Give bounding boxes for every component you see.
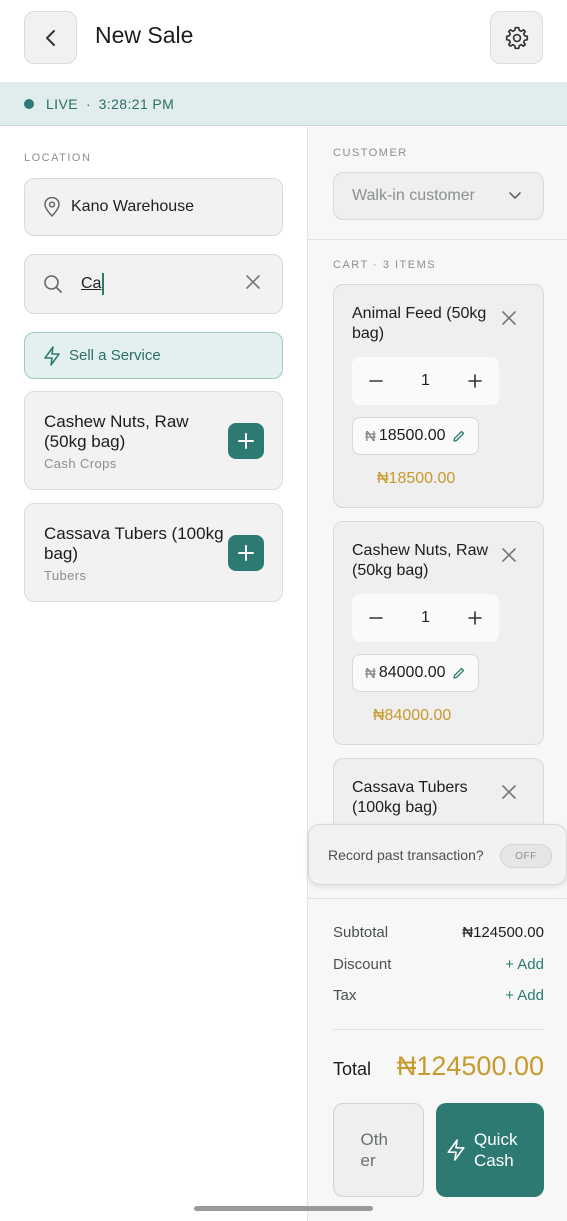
product-name: Cassava Tubers (100kg bag) bbox=[44, 524, 224, 563]
lightning-icon bbox=[44, 345, 60, 366]
location-value: Kano Warehouse bbox=[71, 198, 195, 215]
live-time: 3:28:21 PM bbox=[98, 95, 175, 112]
plus-icon bbox=[238, 545, 254, 561]
pencil-icon bbox=[452, 667, 464, 679]
quantity-stepper: 1 bbox=[352, 357, 499, 405]
cart-item-name: Cassava Tubers (100kg bag) bbox=[352, 779, 468, 816]
chevron-left-icon bbox=[45, 29, 55, 46]
map-pin-icon bbox=[44, 197, 60, 217]
total-value: ₦124500.00 bbox=[396, 1051, 544, 1081]
back-button[interactable] bbox=[24, 11, 77, 64]
chevron-down-icon bbox=[509, 192, 521, 199]
live-status-bar: LIVE · 3:28:21 PM bbox=[0, 82, 567, 126]
sell-service-button[interactable]: Sell a Service bbox=[24, 332, 283, 379]
remove-item-icon[interactable] bbox=[501, 310, 517, 326]
plus-icon bbox=[238, 433, 254, 449]
discount-label: Discount bbox=[333, 956, 392, 973]
toggle-state: OFF bbox=[515, 850, 537, 862]
remove-item-icon[interactable] bbox=[501, 547, 517, 563]
location-selector[interactable]: Kano Warehouse bbox=[24, 178, 283, 236]
quantity-stepper: 1 bbox=[352, 594, 499, 642]
add-to-cart-button[interactable] bbox=[228, 423, 264, 459]
pencil-icon bbox=[452, 430, 464, 442]
search-icon bbox=[44, 275, 62, 293]
customer-value: Walk-in customer bbox=[352, 187, 475, 204]
add-tax-link[interactable]: + Add bbox=[505, 987, 544, 1004]
product-category: Tubers bbox=[44, 568, 87, 583]
plus-icon[interactable] bbox=[467, 373, 483, 389]
lightning-icon bbox=[447, 1139, 465, 1161]
line-total: ₦18500.00 bbox=[377, 470, 456, 487]
other-payment-button[interactable]: Other bbox=[333, 1103, 424, 1197]
minus-icon[interactable] bbox=[368, 610, 384, 626]
price-field[interactable]: ₦ 18500.00 bbox=[352, 417, 479, 455]
subtotal-row: Subtotal ₦124500.00 bbox=[333, 924, 544, 941]
clear-search-icon[interactable] bbox=[244, 273, 262, 291]
total-label: Total bbox=[333, 1059, 372, 1079]
text-caret bbox=[102, 273, 105, 295]
product-pane: LOCATION Kano Warehouse Ca Sell a Servic… bbox=[0, 127, 307, 1221]
product-search-input[interactable]: Ca bbox=[24, 254, 283, 314]
currency-symbol: ₦ bbox=[365, 664, 376, 682]
minus-icon[interactable] bbox=[368, 373, 384, 389]
cart-pane: CUSTOMER Walk-in customer CART · 3 ITEMS… bbox=[307, 127, 567, 1221]
cart-item: Cashew Nuts, Raw (50kg bag) 1 ₦ 84000.00… bbox=[333, 521, 544, 745]
sell-service-label: Sell a Service bbox=[69, 347, 161, 364]
customer-label: CUSTOMER bbox=[333, 147, 408, 159]
price-field[interactable]: ₦ 84000.00 bbox=[352, 654, 479, 692]
discount-row: Discount + Add bbox=[333, 956, 544, 973]
cart-item-name: Animal Feed (50kg bag) bbox=[352, 305, 487, 342]
quantity-value: 1 bbox=[421, 372, 430, 389]
search-value-wrap: Ca bbox=[63, 273, 105, 295]
location-label: LOCATION bbox=[24, 152, 92, 164]
live-label: LIVE bbox=[46, 95, 78, 112]
price-value: 18500.00 bbox=[378, 427, 446, 444]
product-name: Cashew Nuts, Raw (50kg bag) bbox=[44, 412, 189, 451]
subtotal-label: Subtotal bbox=[333, 924, 389, 941]
live-dot-icon bbox=[24, 98, 34, 109]
plus-icon[interactable] bbox=[467, 610, 483, 626]
status-separator: · bbox=[85, 95, 91, 112]
cart-item-name: Cashew Nuts, Raw (50kg bag) bbox=[352, 542, 489, 579]
gear-icon bbox=[505, 26, 528, 49]
record-past-transaction: Record past transaction? OFF bbox=[308, 824, 567, 885]
tax-row: Tax + Add bbox=[333, 987, 544, 1004]
price-value: 84000.00 bbox=[378, 664, 446, 681]
header: New Sale bbox=[0, 0, 567, 82]
cart-label: CART · 3 ITEMS bbox=[333, 259, 437, 271]
customer-select[interactable]: Walk-in customer bbox=[333, 172, 544, 220]
settings-button[interactable] bbox=[490, 11, 543, 64]
total-row: Total ₦124500.00 bbox=[333, 1051, 544, 1082]
product-card[interactable]: Cashew Nuts, Raw (50kg bag) Cash Crops bbox=[24, 391, 283, 490]
page-title: New Sale bbox=[95, 22, 194, 48]
tax-label: Tax bbox=[333, 987, 357, 1004]
home-indicator bbox=[194, 1206, 373, 1211]
divider bbox=[308, 898, 567, 899]
product-category: Cash Crops bbox=[44, 456, 117, 471]
other-payment-label: Other bbox=[360, 1130, 388, 1170]
subtotal-value: ₦124500.00 bbox=[462, 924, 544, 941]
divider bbox=[308, 239, 567, 240]
quick-cash-label: Quick Cash bbox=[474, 1130, 518, 1170]
record-past-toggle[interactable]: OFF bbox=[500, 844, 552, 868]
currency-symbol: ₦ bbox=[365, 427, 376, 445]
remove-item-icon[interactable] bbox=[501, 784, 517, 800]
record-past-label: Record past transaction? bbox=[328, 846, 484, 863]
divider bbox=[333, 1029, 544, 1030]
quantity-value: 1 bbox=[421, 609, 430, 626]
quick-cash-button[interactable]: Quick Cash bbox=[436, 1103, 544, 1197]
search-value: Ca bbox=[81, 275, 102, 293]
add-discount-link[interactable]: + Add bbox=[505, 956, 544, 973]
add-to-cart-button[interactable] bbox=[228, 535, 264, 571]
line-total: ₦84000.00 bbox=[373, 707, 452, 724]
product-card[interactable]: Cassava Tubers (100kg bag) Tubers bbox=[24, 503, 283, 602]
cart-item: Animal Feed (50kg bag) 1 ₦ 18500.00 ₦185… bbox=[333, 284, 544, 508]
